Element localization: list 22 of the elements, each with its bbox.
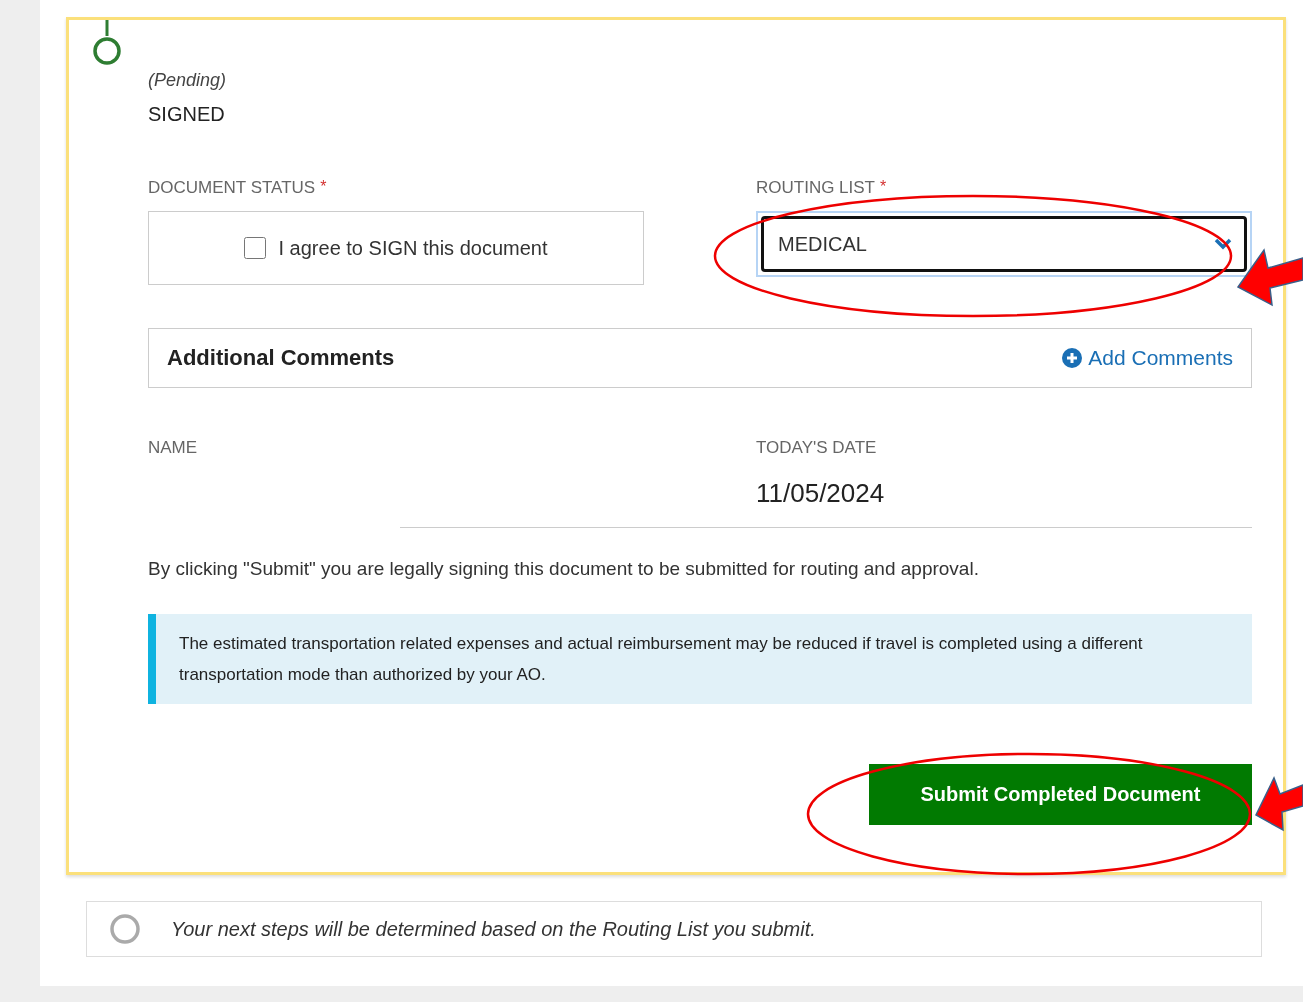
info-alert: The estimated transportation related expenses and actual reimbursement may be reduced if travel is completed using a different transportation mode than authorized by your AO. [148,614,1252,704]
section-title: Additional Comments [167,345,395,371]
required-mark: * [880,178,887,197]
field-label: TODAY'S DATE [756,438,877,457]
field-label: NAME [148,438,198,457]
routing-list-dropdown[interactable]: MEDICAL [761,216,1247,272]
required-mark: * [320,178,327,197]
date-value: 11/05/2024 [756,478,886,509]
pointer-arrow [1255,776,1303,832]
add-comments-link[interactable]: Add Comments [1062,346,1233,370]
agree-checkbox[interactable] [244,237,267,259]
step-status: (Pending) [148,70,228,91]
legal-notice: By clicking "Submit" you are legally signing this document to be submitted for routing and approval. [148,558,980,580]
plus-circle-icon [1062,348,1083,368]
submit-button[interactable]: Submit Completed Document [869,764,1252,825]
pointer-arrow [1236,248,1303,307]
field-label: DOCUMENT STATUS [148,178,316,198]
checkbox-label: I agree to SIGN this document [278,236,548,260]
step-title: SIGNED [148,103,226,126]
chevron-down-icon [1214,238,1232,250]
field-label: ROUTING LIST [756,178,875,198]
next-step-text: Your next steps will be determined based on the Routing List you submit. [171,917,816,941]
